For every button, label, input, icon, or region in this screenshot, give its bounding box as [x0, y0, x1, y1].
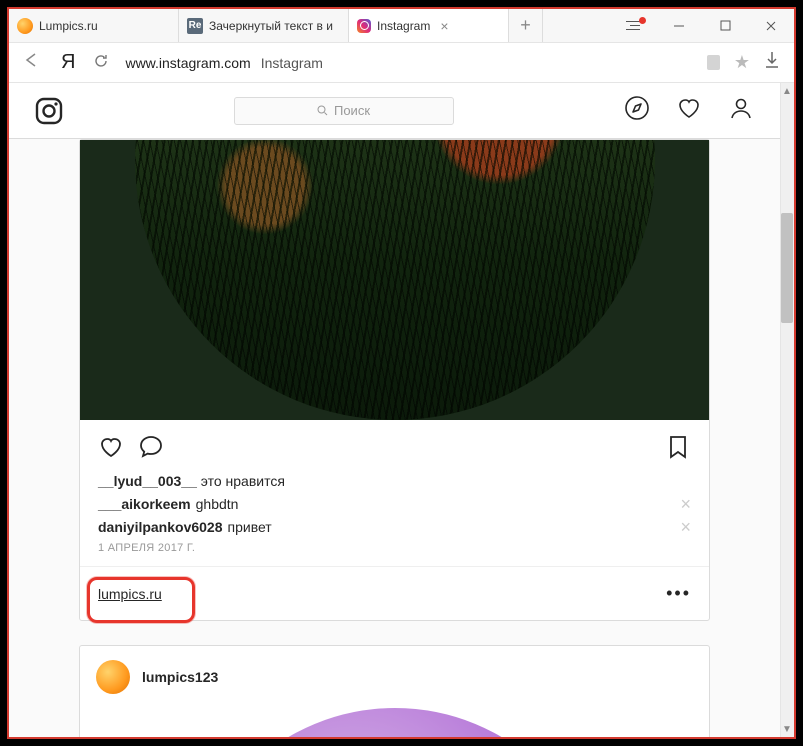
comment-bubble-icon[interactable] — [138, 434, 164, 465]
browser-tabbar: Lumpics.ru Re Зачеркнутый текст в и Inst… — [9, 9, 794, 43]
tab-favicon-instagram — [357, 19, 371, 33]
comment-author[interactable]: daniyilpankov6028 — [98, 519, 223, 535]
like-heart-icon[interactable] — [98, 434, 124, 465]
save-bookmark-icon[interactable] — [665, 434, 691, 465]
url-host: www.instagram.com — [125, 55, 250, 71]
url-input[interactable]: www.instagram.com Instagram — [125, 55, 690, 71]
post-date: 1 АПРЕЛЯ 2017 Г. — [98, 542, 691, 554]
downloads-icon[interactable] — [764, 51, 780, 74]
comment-text: привет — [228, 519, 272, 535]
delete-comment-icon[interactable]: × — [680, 495, 691, 513]
tab-strikethrough[interactable]: Re Зачеркнутый текст в и — [179, 9, 349, 42]
tab-favicon-orange — [17, 18, 33, 34]
close-tab-icon[interactable]: × — [440, 18, 448, 34]
post-image[interactable] — [80, 140, 709, 420]
activity-heart-icon[interactable] — [676, 95, 702, 126]
comment-input[interactable]: lumpics.ru — [98, 586, 162, 602]
tab-lumpics[interactable]: Lumpics.ru — [9, 9, 179, 42]
window-minimize-button[interactable] — [656, 9, 702, 42]
instagram-logo-icon[interactable] — [35, 97, 63, 125]
back-button[interactable] — [23, 52, 43, 73]
url-page-title: Instagram — [261, 55, 323, 71]
instagram-header: Поиск — [9, 83, 780, 139]
likes-text[interactable]: __lyud__003__ это нравится — [98, 473, 691, 489]
post-image[interactable] — [100, 708, 689, 737]
scroll-down-icon[interactable]: ▼ — [780, 721, 794, 737]
post-card: __lyud__003__ это нравится ___aikorkeem … — [79, 139, 710, 621]
tab-favicon-re: Re — [187, 18, 203, 34]
comment-author[interactable]: ___aikorkeem — [98, 496, 191, 512]
avatar[interactable] — [96, 660, 130, 694]
tab-title: Зачеркнутый текст в и — [209, 19, 333, 33]
yandex-home-button[interactable]: Я — [61, 51, 75, 74]
lock-icon[interactable] — [707, 55, 720, 70]
window-close-button[interactable] — [748, 9, 794, 42]
comment-row: ___aikorkeem ghbdtn × — [98, 495, 691, 513]
scrollbar-thumb[interactable] — [781, 213, 793, 323]
scroll-up-icon[interactable]: ▲ — [780, 83, 794, 99]
search-placeholder: Поиск — [334, 103, 370, 118]
tab-title: Instagram — [377, 19, 430, 33]
search-input[interactable]: Поиск — [234, 97, 454, 125]
profile-icon[interactable] — [728, 95, 754, 126]
explore-icon[interactable] — [624, 95, 650, 126]
delete-comment-icon[interactable]: × — [680, 518, 691, 536]
window-maximize-button[interactable] — [702, 9, 748, 42]
browser-menu-button[interactable] — [610, 9, 656, 42]
post-author-username[interactable]: lumpics123 — [142, 669, 218, 685]
reload-button[interactable] — [93, 53, 109, 73]
comment-text: ghbdtn — [196, 496, 239, 512]
tab-instagram[interactable]: Instagram × — [349, 9, 509, 42]
comment-row: daniyilpankov6028 привет × — [98, 518, 691, 536]
more-options-icon[interactable]: ••• — [666, 583, 691, 604]
new-tab-button[interactable]: + — [509, 9, 543, 42]
post-card: lumpics123 — [79, 645, 710, 737]
address-bar: Я www.instagram.com Instagram ★ — [9, 43, 794, 83]
tab-title: Lumpics.ru — [39, 19, 98, 33]
search-icon — [317, 105, 328, 116]
bookmark-star-icon[interactable]: ★ — [734, 52, 750, 73]
scrollbar[interactable]: ▲ ▼ — [780, 83, 794, 737]
notification-dot-icon — [639, 17, 646, 24]
